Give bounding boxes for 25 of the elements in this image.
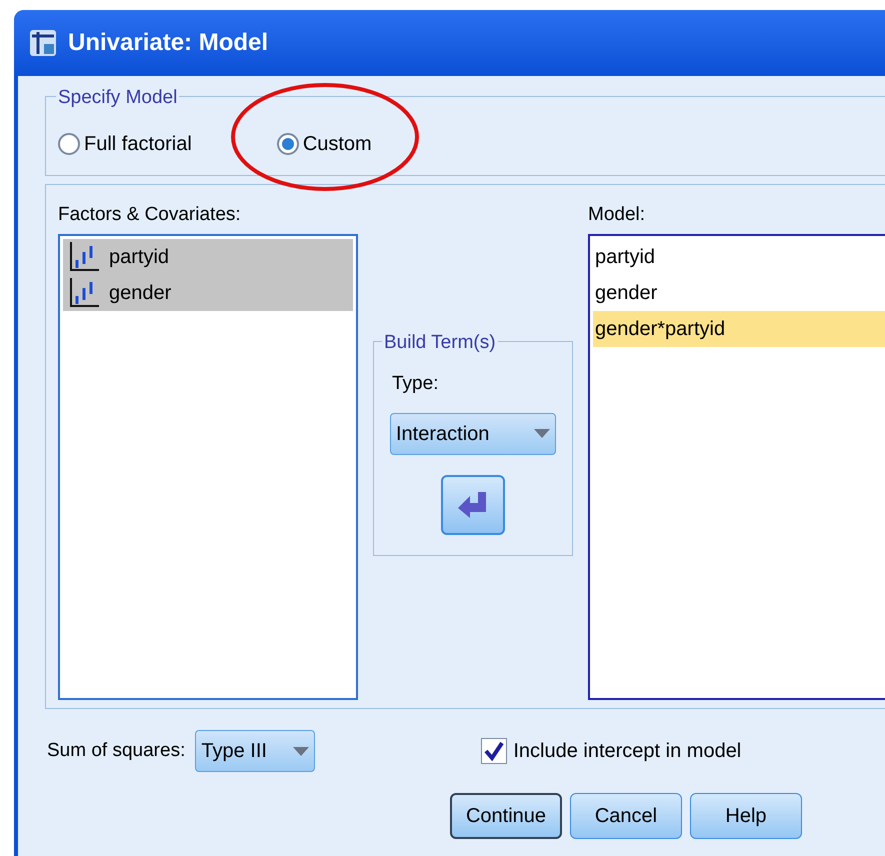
left-arrow-icon <box>458 492 488 518</box>
model-term[interactable]: partyid <box>593 238 885 274</box>
sum-of-squares-dropdown[interactable]: Type III <box>195 730 316 772</box>
window-title: Univariate: Model <box>68 28 268 58</box>
dialog-button[interactable]: Cancel <box>570 793 682 839</box>
variable-item[interactable]: gender <box>63 274 353 310</box>
radio-option[interactable]: Custom <box>276 129 372 159</box>
bar-scale-icon <box>67 276 101 310</box>
caret-icon <box>293 746 310 756</box>
sum-of-squares-label: Sum of squares: <box>47 738 186 763</box>
model-term[interactable]: gender*partyid <box>593 310 885 346</box>
type-dropdown[interactable]: Interaction <box>390 412 556 454</box>
list-label: Model: <box>588 203 646 227</box>
caret-icon <box>534 429 550 438</box>
dialog-button[interactable]: Continue <box>450 793 562 839</box>
variable-item[interactable]: partyid <box>63 238 353 274</box>
type-label: Type: <box>392 372 438 396</box>
bar-scale-icon <box>67 240 101 274</box>
dialog-button[interactable]: Help <box>690 793 802 839</box>
checkmark-icon <box>484 741 504 761</box>
model-term[interactable]: gender <box>593 274 885 310</box>
intercept-checkbox[interactable]: Include intercept in model <box>481 736 742 766</box>
list-label: Factors & Covariates: <box>58 203 242 227</box>
add-term-button[interactable] <box>441 474 505 534</box>
radio-option[interactable]: Full factorial <box>58 129 192 159</box>
